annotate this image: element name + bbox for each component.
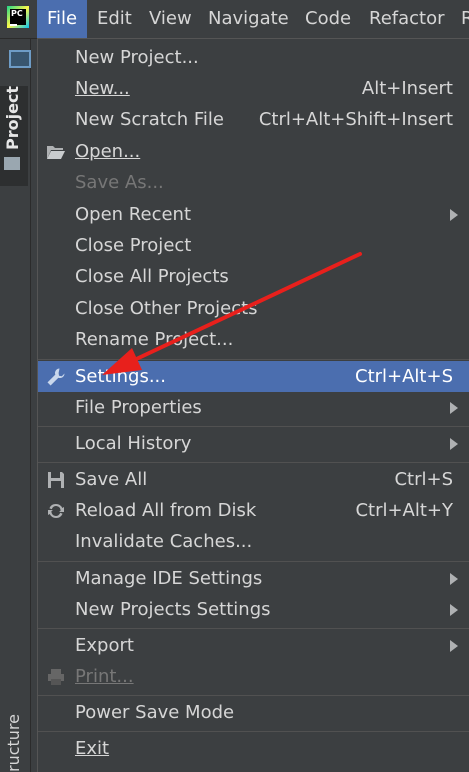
menu-item-shortcut: Ctrl+S [394, 469, 453, 490]
menu-item-file-properties[interactable]: File Properties [38, 392, 469, 423]
menu-item-label: Close Project [75, 235, 192, 256]
menu-item-label: Close All Projects [75, 266, 229, 287]
menu-separator [38, 426, 469, 427]
menu-item-label: Exit [75, 738, 110, 759]
menu-item-new-projects-settings[interactable]: New Projects Settings [38, 594, 469, 625]
menu-item-label: New Scratch File [75, 109, 224, 130]
menu-navigate[interactable]: Navigate [198, 0, 299, 38]
wrench-icon [47, 368, 65, 386]
logo-text: PC [10, 9, 26, 25]
menu-item-label: New Project... [75, 47, 199, 68]
menu-item-close-project[interactable]: Close Project [38, 230, 469, 261]
menu-item-label: File Properties [75, 397, 202, 418]
menu-item-manage-ide-settings[interactable]: Manage IDE Settings [38, 563, 469, 594]
floppy-disk-icon [48, 472, 64, 488]
menu-item-label: Save All [75, 469, 148, 490]
menu-separator [38, 359, 469, 360]
menu-item-reload-all[interactable]: Reload All from Disk Ctrl+Alt+Y [38, 495, 469, 526]
menu-item-new-scratch-file[interactable]: New Scratch File Ctrl+Alt+Shift+Insert [38, 104, 469, 135]
menu-item-label: New... [75, 78, 130, 99]
menu-item-label: Manage IDE Settings [75, 568, 263, 589]
project-tab-label[interactable]: Project [3, 86, 22, 150]
menu-code[interactable]: Code [295, 0, 361, 38]
menu-run[interactable]: R [451, 0, 469, 38]
structure-tab-label[interactable]: ructure [4, 714, 23, 772]
menu-item-local-history[interactable]: Local History [38, 428, 469, 459]
submenu-arrow-icon [450, 402, 458, 414]
menu-item-label: Print... [75, 666, 134, 687]
menu-item-label: Settings... [75, 366, 166, 387]
menu-item-label: Invalidate Caches... [75, 531, 253, 552]
menu-item-print[interactable]: Print... [38, 661, 469, 692]
menu-item-label: Save As... [75, 172, 164, 193]
menu-item-rename-project[interactable]: Rename Project... [38, 324, 469, 355]
menu-item-shortcut: Ctrl+Alt+Shift+Insert [258, 109, 453, 130]
menu-refactor[interactable]: Refactor [359, 0, 455, 38]
folder-icon [4, 157, 20, 170]
menu-separator [38, 695, 469, 696]
menu-edit[interactable]: Edit [87, 0, 142, 38]
menu-item-shortcut: Alt+Insert [361, 78, 453, 99]
menu-item-label: Power Save Mode [75, 702, 235, 723]
menu-item-export[interactable]: Export [38, 630, 469, 661]
reload-icon [48, 503, 64, 519]
submenu-arrow-icon [450, 640, 458, 652]
menu-item-close-all-projects[interactable]: Close All Projects [38, 261, 469, 292]
menu-item-label: Rename Project... [75, 329, 234, 350]
menu-item-label: Local History [75, 433, 192, 454]
menu-item-label: Export [75, 635, 134, 656]
menu-separator [38, 561, 469, 562]
menu-item-save-as[interactable]: Save As... [38, 167, 469, 198]
open-folder-icon [47, 146, 65, 159]
menu-separator [38, 731, 469, 732]
menu-item-label: Open... [75, 141, 141, 162]
logo-bar [10, 24, 17, 26]
menubar: PC File Edit View Navigate Code Refactor… [0, 0, 469, 39]
menu-item-invalidate-caches[interactable]: Invalidate Caches... [38, 526, 469, 557]
menu-item-open-recent[interactable]: Open Recent [38, 199, 469, 230]
menu-item-shortcut: Ctrl+Alt+S [355, 366, 453, 387]
menu-view[interactable]: View [139, 0, 202, 38]
submenu-arrow-icon [450, 438, 458, 450]
menu-item-save-all[interactable]: Save All Ctrl+S [38, 464, 469, 495]
tool-window-icon[interactable] [9, 50, 31, 68]
pycharm-logo-icon[interactable]: PC [7, 6, 29, 28]
file-menu-dropdown: New Project... New... Alt+Insert New Scr… [37, 38, 469, 772]
menu-separator [38, 462, 469, 463]
menu-item-label: Close Other Projects [75, 298, 258, 319]
menu-item-exit[interactable]: Exit [38, 733, 469, 764]
menu-item-label: Open Recent [75, 204, 192, 225]
submenu-arrow-icon [450, 209, 458, 221]
menu-item-open[interactable]: Open... [38, 136, 469, 167]
menu-item-close-other-projects[interactable]: Close Other Projects [38, 293, 469, 324]
menu-separator [38, 628, 469, 629]
menu-item-label: Reload All from Disk [75, 500, 257, 521]
printer-icon [48, 669, 64, 685]
menu-item-new-project[interactable]: New Project... [38, 42, 469, 73]
menu-item-shortcut: Ctrl+Alt+Y [355, 500, 453, 521]
menu-item-label: New Projects Settings [75, 599, 271, 620]
submenu-arrow-icon [450, 573, 458, 585]
menu-file[interactable]: File [37, 0, 87, 38]
menu-item-power-save-mode[interactable]: Power Save Mode [38, 697, 469, 728]
menu-item-new[interactable]: New... Alt+Insert [38, 73, 469, 104]
menu-item-settings[interactable]: Settings... Ctrl+Alt+S [38, 361, 469, 392]
submenu-arrow-icon [450, 604, 458, 616]
